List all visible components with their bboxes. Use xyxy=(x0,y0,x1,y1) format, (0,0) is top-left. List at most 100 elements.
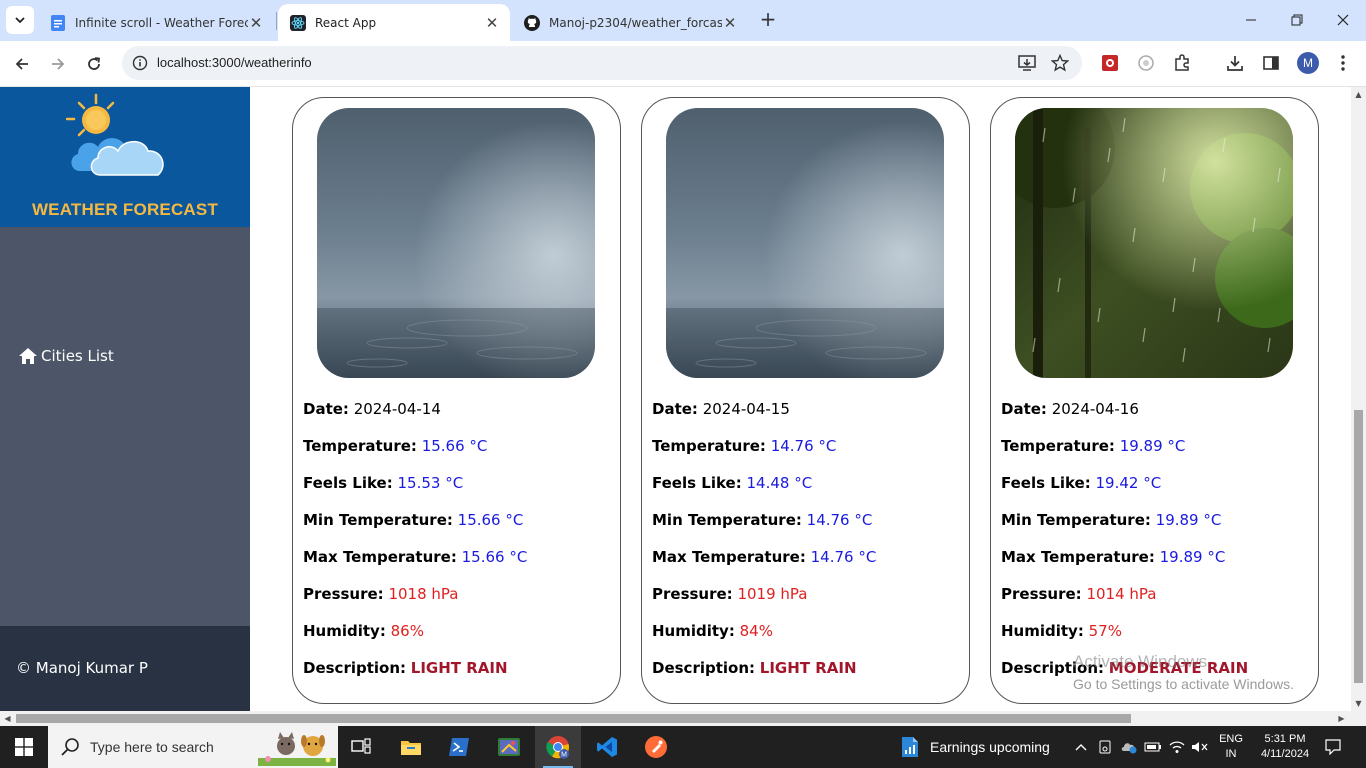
install-app-icon[interactable] xyxy=(1016,52,1038,74)
tab-github[interactable]: Manoj-p2304/weather_forcast ✕ xyxy=(512,4,748,41)
docs-icon xyxy=(50,14,66,31)
taskbar-search-box[interactable]: Type here to search xyxy=(48,726,338,768)
extension-grey-icon[interactable] xyxy=(1135,52,1157,74)
horizontal-scroll-thumb[interactable] xyxy=(16,714,1131,723)
vscode-icon xyxy=(597,737,617,757)
arrow-right-icon xyxy=(52,58,65,70)
vertical-scroll-thumb[interactable] xyxy=(1354,410,1363,683)
kebab-menu-icon[interactable] xyxy=(1332,52,1354,74)
search-highlight-pets-icon xyxy=(258,732,336,766)
browser-tab-strip: Infinite scroll - Weather Forecast ✕ Rea… xyxy=(0,0,1366,41)
scroll-right-arrow-icon[interactable]: ▶ xyxy=(1337,714,1346,723)
max-temp-row: Max Temperature: 14.76 °C xyxy=(652,548,877,566)
sidebar-footer: © Manoj Kumar P xyxy=(0,626,250,711)
restore-icon xyxy=(1291,14,1303,26)
wifi-icon[interactable] xyxy=(1166,726,1188,768)
weather-logo-icon xyxy=(66,93,164,176)
feels-like-row: Feels Like: 19.42 °C xyxy=(1001,474,1162,492)
address-bar[interactable]: localhost:3000/weatherinfo xyxy=(122,46,1082,80)
home-icon xyxy=(19,348,37,364)
show-hidden-icons-button[interactable] xyxy=(1070,726,1092,768)
description-row: Description: LIGHT RAIN xyxy=(303,659,508,677)
start-button[interactable] xyxy=(0,726,48,768)
sidebar-item-cities-list[interactable]: Cities List xyxy=(18,347,114,365)
brand-header: WEATHER FORECAST xyxy=(0,87,250,227)
date-row: Date: 2024-04-15 xyxy=(652,400,790,418)
scroll-left-arrow-icon[interactable]: ◀ xyxy=(3,714,12,723)
reload-button[interactable] xyxy=(79,49,109,79)
description-row: Description: LIGHT RAIN xyxy=(652,659,857,677)
activate-windows-title: Activate Windows xyxy=(1073,652,1208,671)
vscode-button[interactable] xyxy=(584,726,630,768)
tab-react-app[interactable]: React App ✕ xyxy=(278,4,510,41)
side-panel-icon[interactable] xyxy=(1260,52,1282,74)
horizontal-scrollbar[interactable]: ◀ ▶ xyxy=(0,711,1351,726)
task-view-button[interactable] xyxy=(338,726,384,768)
powershell-button[interactable] xyxy=(436,726,482,768)
tab-infinite-scroll[interactable]: Infinite scroll - Weather Forecast ✕ xyxy=(38,4,274,41)
site-info-icon[interactable] xyxy=(131,54,149,72)
forecast-card: Date: 2024-04-15 Temperature: 14.76 °C F… xyxy=(641,97,970,704)
close-icon[interactable]: ✕ xyxy=(484,14,500,32)
postman-button[interactable] xyxy=(633,726,679,768)
forward-button[interactable] xyxy=(43,49,73,79)
onedrive-sync-icon[interactable] xyxy=(1118,726,1140,768)
clock[interactable]: 5:31 PM 4/11/2024 xyxy=(1250,726,1320,768)
humidity-row: Humidity: 57% xyxy=(1001,622,1122,640)
svg-text:M: M xyxy=(561,752,567,759)
news-widget[interactable]: Earnings upcoming xyxy=(900,726,1050,768)
tab-separator xyxy=(276,12,277,30)
new-tab-button[interactable]: + xyxy=(757,7,779,31)
vertical-scrollbar[interactable]: ▲ ▼ xyxy=(1351,87,1366,711)
bookmark-star-icon[interactable] xyxy=(1049,52,1071,74)
date-row: Date: 2024-04-14 xyxy=(303,400,441,418)
feels-like-row: Feels Like: 15.53 °C xyxy=(303,474,464,492)
task-view-icon xyxy=(351,738,371,754)
sidebar-item-label: Cities List xyxy=(41,347,114,365)
extensions-puzzle-icon[interactable] xyxy=(1171,52,1193,74)
close-window-button[interactable] xyxy=(1320,0,1366,40)
pressure-row: Pressure: 1014 hPa xyxy=(1001,585,1157,603)
scroll-down-arrow-icon[interactable]: ▼ xyxy=(1354,699,1363,708)
battery-icon[interactable] xyxy=(1142,726,1164,768)
temperature-row: Temperature: 14.76 °C xyxy=(652,437,837,455)
activate-windows-subtitle: Go to Settings to activate Windows. xyxy=(1073,676,1294,692)
snipping-tool-icon xyxy=(498,738,520,756)
back-button[interactable] xyxy=(7,49,37,79)
min-temp-row: Min Temperature: 19.89 °C xyxy=(1001,511,1222,529)
file-explorer-button[interactable] xyxy=(388,726,434,768)
region-code: IN xyxy=(1225,748,1237,760)
language-indicator[interactable]: ENG IN xyxy=(1214,726,1248,768)
url-text: localhost:3000/weatherinfo xyxy=(157,55,312,70)
windows-logo-icon xyxy=(15,738,33,756)
scroll-up-arrow-icon[interactable]: ▲ xyxy=(1354,90,1363,99)
chevron-up-icon xyxy=(1075,744,1087,751)
minimize-button[interactable] xyxy=(1228,0,1274,40)
temperature-row: Temperature: 15.66 °C xyxy=(303,437,488,455)
chrome-icon: M xyxy=(546,736,570,759)
pressure-row: Pressure: 1018 hPa xyxy=(303,585,459,603)
tab-search-button[interactable] xyxy=(6,6,34,34)
reload-icon xyxy=(88,57,101,70)
copyright-text: © Manoj Kumar P xyxy=(16,659,148,677)
chrome-button[interactable]: M xyxy=(535,726,581,768)
arrow-left-icon xyxy=(15,58,28,70)
restore-button[interactable] xyxy=(1274,0,1320,40)
snipping-tool-button[interactable] xyxy=(486,726,532,768)
close-icon[interactable]: ✕ xyxy=(722,14,738,32)
pressure-row: Pressure: 1019 hPa xyxy=(652,585,808,603)
close-icon[interactable]: ✕ xyxy=(248,14,264,32)
tray-device-icon[interactable] xyxy=(1095,726,1115,768)
notifications-button[interactable] xyxy=(1320,726,1346,768)
windows-taskbar: Type here to search M Earnings upcoming xyxy=(0,726,1366,768)
download-icon[interactable] xyxy=(1224,52,1246,74)
volume-muted-icon[interactable] xyxy=(1189,726,1211,768)
extension-red-icon[interactable] xyxy=(1099,52,1121,74)
close-icon xyxy=(1337,14,1349,26)
forecast-card: Date: 2024-04-14 Temperature: 15.66 °C F… xyxy=(292,97,621,704)
postman-icon xyxy=(645,736,667,758)
max-temp-row: Max Temperature: 15.66 °C xyxy=(303,548,528,566)
date-row: Date: 2024-04-16 xyxy=(1001,400,1139,418)
forecast-card: Date: 2024-04-16 Temperature: 19.89 °C F… xyxy=(990,97,1319,704)
profile-avatar[interactable]: M xyxy=(1297,52,1319,74)
